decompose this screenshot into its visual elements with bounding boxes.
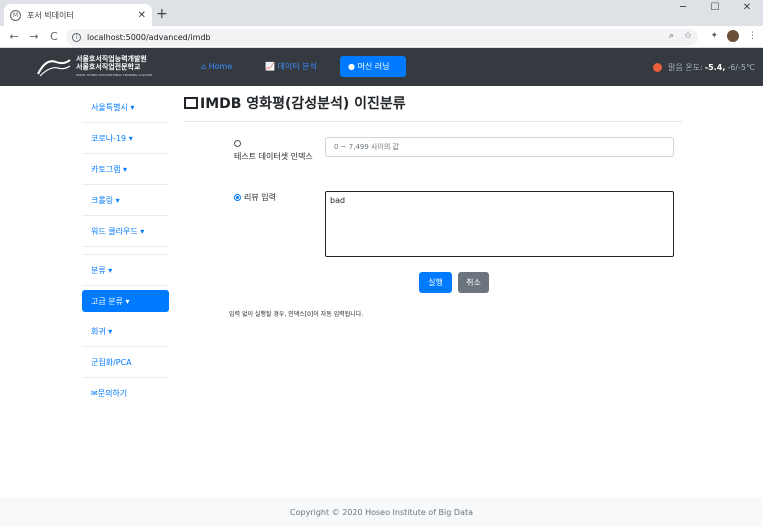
sidebar-item-regression[interactable]: 회귀 ▾: [82, 316, 169, 347]
nav-data-analysis[interactable]: 📈 데이터 분석: [257, 56, 325, 77]
url-field[interactable]: i localhost:5000/advanced/imdb ⌕ ☆: [66, 29, 698, 46]
index-input[interactable]: 0 ~ 7,499 사이의 값: [325, 137, 674, 157]
address-bar: ← → C i localhost:5000/advanced/imdb ⌕ ☆: [0, 26, 763, 48]
sidebar-item-covid[interactable]: 코로나-19 ▾: [82, 123, 169, 154]
option-index-label: 테스트 데이터셋 인덱스: [234, 152, 313, 161]
run-button[interactable]: 실행: [419, 272, 452, 293]
close-tab-icon[interactable]: ✕: [138, 10, 146, 21]
tab-title: 포서 빅데이터: [27, 10, 74, 20]
weather-widget: 맑음 온도: -5.4, -6/-5℃: [653, 62, 755, 73]
sidebar-item-label: 고급 분류: [91, 296, 123, 306]
weather-label: 맑음 온도:: [668, 63, 703, 72]
weather-range: -6/-5℃: [727, 63, 755, 72]
logo-mark-icon: [37, 59, 71, 77]
menu-icon[interactable]: ⋮: [748, 31, 757, 41]
sidebar-item-label: 코로나-19: [91, 133, 127, 143]
cancel-button[interactable]: 취소: [458, 272, 489, 293]
nav-machine-learning[interactable]: ● 머신 러닝: [340, 56, 406, 77]
home-icon: ⌂: [201, 62, 209, 71]
radio-review[interactable]: [234, 194, 241, 201]
extension-area: ✦ ⋮: [710, 30, 757, 42]
chart-icon: 📈: [265, 62, 278, 71]
sidebar-item-seoul[interactable]: 서울특별시 ▾: [82, 92, 169, 123]
nav-data-analysis-label: 데이터 분석: [277, 62, 317, 71]
footer: Copyright © 2020 Hoseo Institute of Big …: [0, 497, 763, 527]
avatar[interactable]: [727, 30, 739, 42]
option-index[interactable]: 테스트 데이터셋 인덱스: [234, 139, 314, 163]
zoom-icon[interactable]: ⌕: [669, 31, 674, 41]
sidebar-item-label: 문의하기: [97, 389, 128, 398]
review-text: bad: [330, 196, 346, 205]
sun-icon: [653, 63, 663, 72]
sidebar-item-cartogram[interactable]: 카토그램 ▾: [82, 154, 169, 185]
sidebar-item-label: 워드 클라우드: [91, 226, 138, 236]
sidebar-item-classification[interactable]: 분류 ▾: [82, 255, 169, 286]
logo-line1: 서울호서직업능력개발원: [76, 55, 147, 63]
sidebar-item-label: 서울특별시: [91, 102, 128, 112]
forward-icon[interactable]: →: [24, 30, 44, 43]
sidebar-item-label: 크롤링: [91, 195, 114, 205]
nav-home-label: Home: [208, 62, 233, 71]
logo-line3: SEOUL HOSEO OCCUPATIONAL TRAINING COLLEG…: [76, 73, 153, 77]
index-input-placeholder: 0 ~ 7,499 사이의 값: [334, 143, 400, 151]
radio-index[interactable]: [234, 140, 241, 147]
nav-machine-learning-label: 머신 러닝: [357, 62, 390, 71]
new-tab-button[interactable]: +: [156, 6, 168, 22]
sidebar-item-contact[interactable]: ✉ 문의하기: [82, 378, 169, 409]
minimize-icon[interactable]: ─: [667, 0, 699, 18]
puzzle-icon[interactable]: ✦: [710, 31, 718, 41]
info-icon[interactable]: i: [72, 33, 81, 42]
sidebar-item-label: 카토그램: [91, 164, 121, 174]
reload-icon[interactable]: C: [44, 30, 64, 43]
favicon-icon: M: [10, 9, 21, 21]
browser-tab[interactable]: M 포서 빅데이터 ✕: [4, 4, 152, 26]
nav-home[interactable]: ⌂ Home: [193, 56, 240, 77]
sidebar-item-label: 분류: [91, 265, 106, 275]
sidebar-divider: [82, 247, 169, 255]
help-note: 입력 없이 실행될 경우, 인덱스[0]이 자동 입력됩니다.: [229, 311, 364, 318]
site-logo[interactable]: 서울호서직업능력개발원 서울호서직업전문학교 SEOUL HOSEO OCCUP…: [36, 55, 152, 79]
page-title-text: IMDB 영화평(감성분석) 이진분류: [200, 96, 406, 112]
browser-tab-bar: M 포서 빅데이터 ✕ + ─ ☐ ✕: [0, 0, 763, 26]
maximize-icon[interactable]: ☐: [699, 0, 731, 18]
mail-icon: ✉: [91, 389, 98, 398]
logo-line2: 서울호서직업전문학교: [76, 63, 141, 71]
sidebar-item-clustering[interactable]: 군집화/PCA: [82, 347, 169, 378]
sidebar-item-advanced-classification[interactable]: 고급 분류 ▾: [82, 290, 169, 312]
option-review-label: 리뷰 입력: [244, 193, 276, 202]
title-divider: [184, 121, 682, 122]
option-review[interactable]: 리뷰 입력: [234, 192, 276, 203]
brain-icon: ●: [348, 62, 358, 71]
sidebar-item-crawling[interactable]: 크롤링 ▾: [82, 185, 169, 216]
film-icon: [184, 97, 198, 109]
sidebar: 서울특별시 ▾ 코로나-19 ▾ 카토그램 ▾ 크롤링 ▾ 워드 클라우드 ▾ …: [82, 92, 169, 409]
sidebar-item-label: 군집화/PCA: [91, 357, 132, 367]
copyright-text: Copyright © 2020 Hoseo Institute of Big …: [290, 507, 473, 517]
window-controls: ─ ☐ ✕: [667, 0, 763, 18]
weather-temp: -5.4,: [704, 63, 726, 72]
sidebar-item-label: 회귀: [91, 326, 106, 336]
star-icon[interactable]: ☆: [684, 31, 692, 41]
close-window-icon[interactable]: ✕: [731, 0, 763, 18]
review-textarea[interactable]: bad: [325, 191, 674, 257]
back-icon[interactable]: ←: [4, 30, 24, 43]
url-text: localhost:5000/advanced/imdb: [87, 33, 211, 42]
sidebar-item-wordcloud[interactable]: 워드 클라우드 ▾: [82, 216, 169, 247]
page-title: IMDB 영화평(감성분석) 이진분류: [184, 93, 406, 113]
site-navbar: 서울호서직업능력개발원 서울호서직업전문학교 SEOUL HOSEO OCCUP…: [0, 48, 763, 86]
